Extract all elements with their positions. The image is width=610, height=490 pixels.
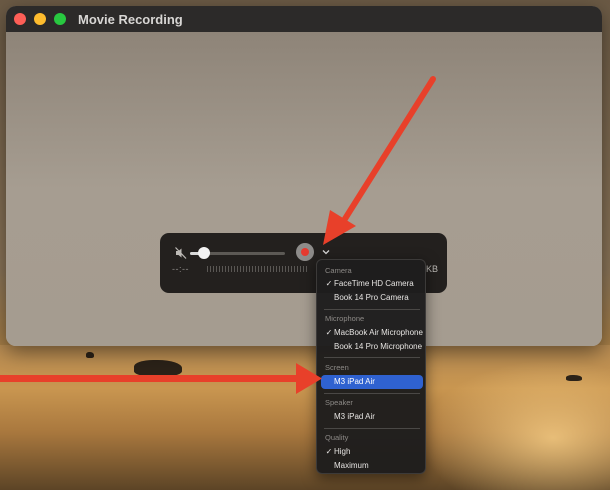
movie-recording-window: Movie Recording (6, 6, 602, 346)
menu-item-microphone[interactable]: ✓ MacBook Air Microphone (317, 326, 425, 340)
menu-item-label: MacBook Air Microphone (334, 328, 423, 337)
title-bar[interactable]: Movie Recording (6, 6, 602, 32)
wallpaper-rock (134, 360, 182, 376)
speaker-muted-icon[interactable] (174, 246, 188, 260)
file-size: KB (426, 264, 439, 274)
menu-item-camera[interactable]: Book 14 Pro Camera (317, 291, 425, 305)
menu-item-speaker[interactable]: M3 iPad Air (317, 410, 425, 424)
record-button[interactable] (296, 243, 314, 261)
volume-knob[interactable] (198, 247, 211, 259)
menu-item-label: High (334, 447, 351, 456)
menu-separator (324, 309, 420, 310)
camera-preview (6, 32, 602, 346)
menu-item-label: M3 iPad Air (334, 412, 375, 421)
menu-separator (324, 357, 420, 358)
menu-separator (324, 428, 420, 429)
menu-item-label: Book 14 Pro Camera (334, 293, 409, 302)
menu-header-quality: Quality (325, 433, 349, 442)
menu-item-microphone[interactable]: Book 14 Pro Microphone (317, 340, 425, 354)
zoom-button[interactable] (54, 13, 66, 25)
wallpaper-rock (86, 352, 94, 358)
checkmark: ✓ (325, 328, 333, 337)
chevron-down-icon[interactable] (321, 247, 331, 257)
close-button[interactable] (14, 13, 26, 25)
menu-item-screen[interactable]: M3 iPad Air (321, 375, 423, 389)
checkmark: ✓ (325, 279, 333, 288)
menu-item-quality[interactable]: Maximum (317, 459, 425, 473)
minimize-button[interactable] (34, 13, 46, 25)
window-title: Movie Recording (78, 11, 183, 27)
menu-header-speaker: Speaker (325, 398, 353, 407)
recording-time: --:-- (172, 264, 189, 274)
menu-item-quality[interactable]: ✓ High (317, 445, 425, 459)
menu-header-screen: Screen (325, 363, 349, 372)
menu-item-camera[interactable]: ✓ FaceTime HD Camera (317, 277, 425, 291)
menu-separator (324, 393, 420, 394)
wallpaper-rock (566, 375, 582, 381)
menu-header-camera: Camera (325, 266, 352, 275)
menu-item-label: Maximum (334, 461, 369, 470)
audio-level-meter (207, 266, 307, 272)
menu-item-label: M3 iPad Air (334, 377, 375, 386)
checkmark: ✓ (325, 447, 333, 456)
options-menu: Camera ✓ FaceTime HD Camera Book 14 Pro … (316, 259, 426, 474)
menu-header-microphone: Microphone (325, 314, 365, 323)
menu-item-label: FaceTime HD Camera (334, 279, 414, 288)
menu-item-label: Book 14 Pro Microphone (334, 342, 423, 351)
